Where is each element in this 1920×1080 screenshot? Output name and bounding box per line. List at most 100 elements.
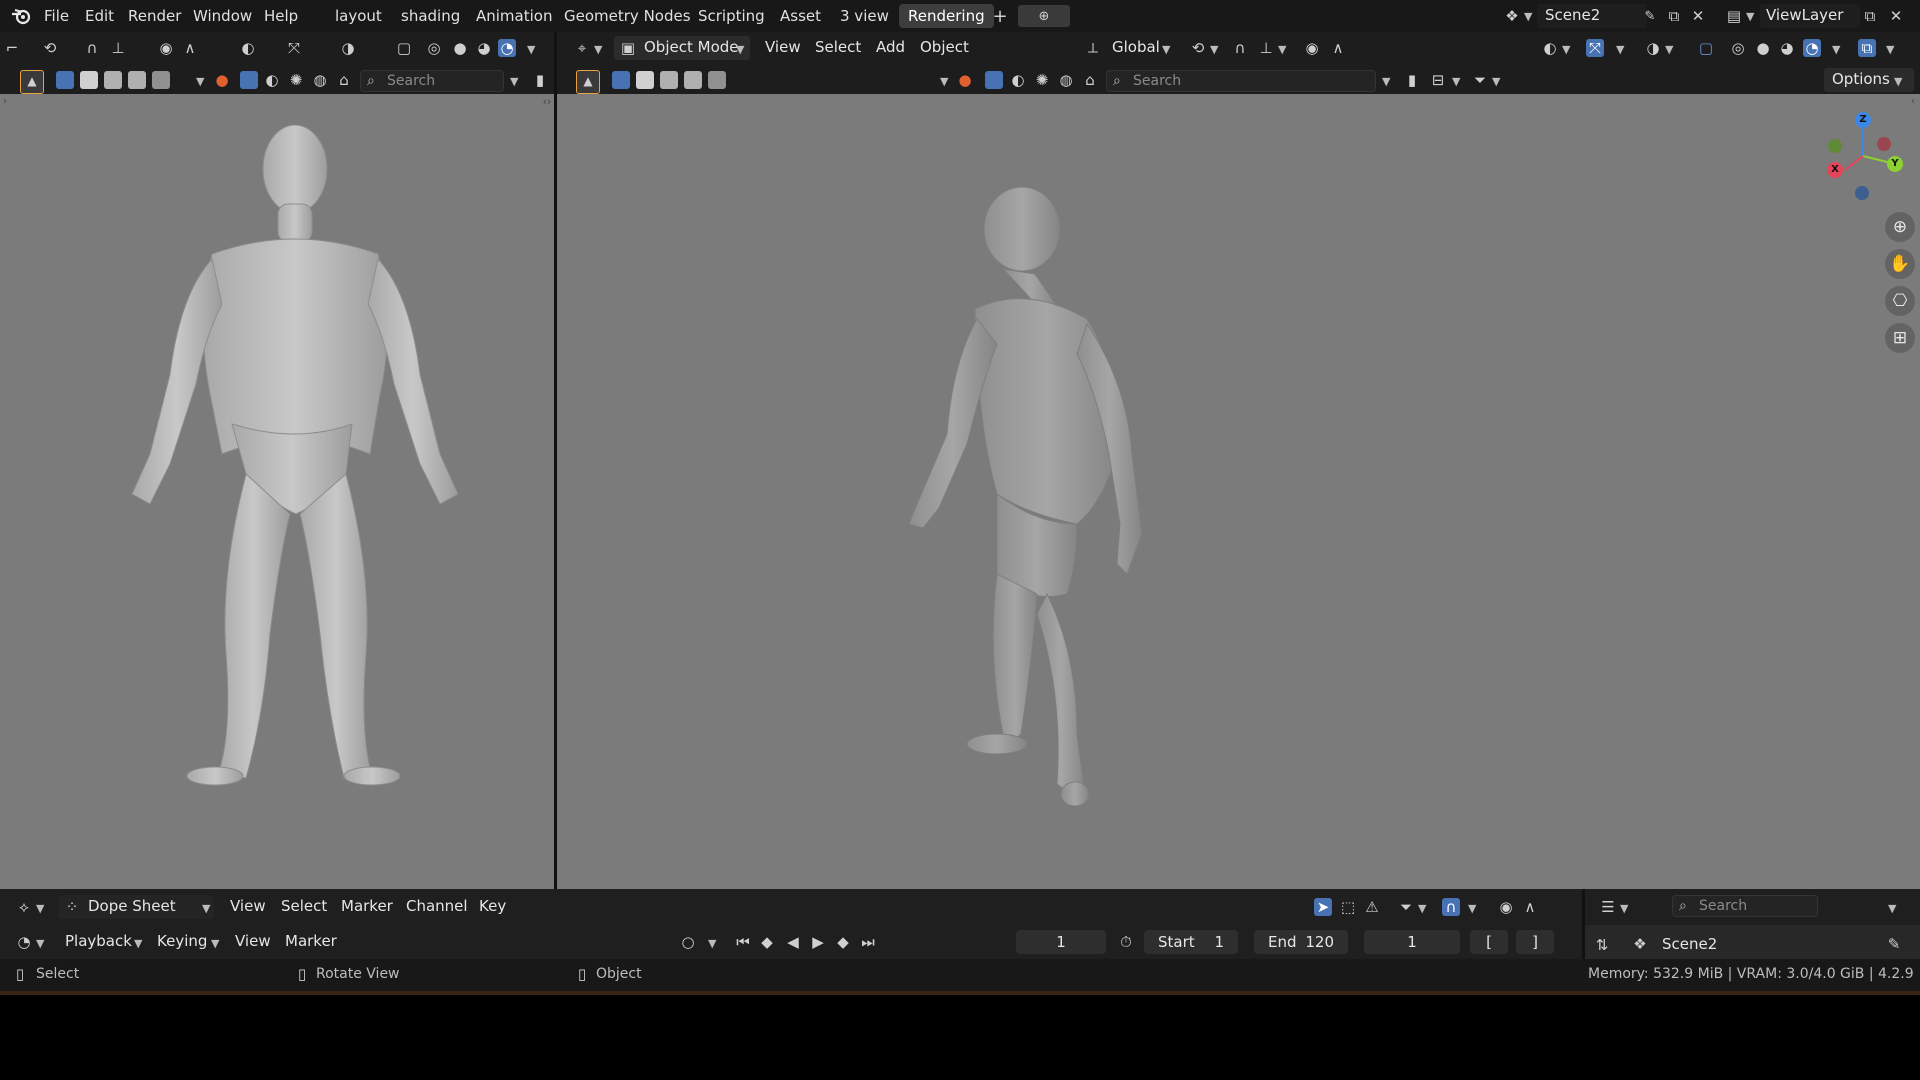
timer-icon[interactable]: ⏱ bbox=[1116, 932, 1136, 952]
menu-window[interactable]: Window bbox=[193, 0, 252, 32]
world-filter-icon[interactable]: ◍ bbox=[310, 70, 330, 90]
outliner-editor-icon[interactable]: ☰ bbox=[1598, 897, 1618, 917]
filter-icon[interactable]: ⏷ bbox=[1470, 70, 1490, 90]
current-frame-field[interactable]: 1 bbox=[1016, 930, 1106, 954]
tab-shading[interactable]: shading bbox=[392, 4, 469, 28]
chevron-down-icon[interactable]: ▼ bbox=[1888, 902, 1896, 915]
timeline-menu-view[interactable]: View bbox=[235, 932, 271, 950]
chevron-down-icon[interactable]: ▼ bbox=[1210, 43, 1218, 56]
select-mode-intersect[interactable] bbox=[152, 71, 170, 89]
overlays-icon[interactable]: ◑ bbox=[338, 38, 358, 58]
snap-target-icon[interactable]: ⊥ bbox=[1256, 38, 1276, 58]
snap-icon[interactable]: ∩ bbox=[82, 38, 102, 58]
right-search-input[interactable]: ⌕ Search bbox=[1106, 70, 1376, 92]
axis-y-handle[interactable]: Y bbox=[1887, 156, 1903, 172]
start-frame-field[interactable]: Start 1 bbox=[1144, 930, 1238, 954]
filter-mesh-button[interactable] bbox=[985, 71, 1003, 89]
color-sphere-icon[interactable]: ● bbox=[212, 70, 232, 90]
falloff-icon[interactable]: ∧ bbox=[1328, 38, 1348, 58]
add-workspace-icon[interactable]: + bbox=[990, 6, 1010, 27]
timeline-menu-playback[interactable]: Playback bbox=[65, 932, 132, 950]
menu-select[interactable]: Select bbox=[815, 38, 861, 56]
camera-icon[interactable]: ⎔ bbox=[1885, 286, 1915, 316]
axis-neg-x-handle[interactable] bbox=[1877, 137, 1891, 151]
overlays-icon[interactable]: ◑ bbox=[1643, 38, 1663, 58]
select-mode-subtract[interactable] bbox=[660, 71, 678, 89]
world-filter-icon[interactable]: ◍ bbox=[1056, 70, 1076, 90]
chevron-down-icon[interactable]: ▼ bbox=[1452, 75, 1460, 88]
solid-shading-icon[interactable]: ● bbox=[1753, 38, 1773, 58]
preview-range-end-button[interactable]: ] bbox=[1516, 930, 1554, 954]
chevron-down-icon[interactable]: ▼ bbox=[1492, 75, 1500, 88]
falloff-icon[interactable]: ∧ bbox=[1520, 897, 1540, 917]
axis-neg-y-handle[interactable] bbox=[1828, 139, 1842, 153]
proportional-edit-icon[interactable]: ◉ bbox=[1496, 897, 1516, 917]
select-mode-difference[interactable] bbox=[684, 71, 702, 89]
other-filter-icon[interactable]: ⌂ bbox=[334, 70, 354, 90]
chevron-down-icon[interactable]: ▼ bbox=[1278, 43, 1286, 56]
tab-geometry-nodes[interactable]: Geometry Nodes bbox=[555, 4, 700, 28]
other-filter-icon[interactable]: ⌂ bbox=[1080, 70, 1100, 90]
axis-neg-z-handle[interactable] bbox=[1855, 186, 1869, 200]
chevron-down-icon[interactable]: ▼ bbox=[1418, 902, 1426, 915]
jump-start-icon[interactable]: ⏮ bbox=[733, 932, 753, 952]
xray-icon[interactable]: ▢ bbox=[394, 38, 414, 58]
menu-add[interactable]: Add bbox=[876, 38, 905, 56]
falloff-icon[interactable]: ∧ bbox=[180, 38, 200, 58]
axis-z-handle[interactable]: Z bbox=[1855, 112, 1871, 128]
chevron-down-icon[interactable]: ▼ bbox=[1832, 43, 1840, 56]
chevron-down-icon[interactable]: ▼ bbox=[1616, 43, 1624, 56]
color-sphere-icon[interactable]: ● bbox=[955, 70, 975, 90]
preview-range-start-button[interactable]: [ bbox=[1470, 930, 1508, 954]
chevron-down-icon[interactable]: ▼ bbox=[1886, 43, 1894, 56]
wireframe-shading-icon[interactable]: ◎ bbox=[1728, 38, 1748, 58]
transform-pivot-icon[interactable]: ⟲ bbox=[40, 38, 60, 58]
tab-3-view[interactable]: 3 view bbox=[831, 4, 898, 28]
wireframe-shading-icon[interactable]: ◎ bbox=[424, 38, 444, 58]
show-hidden-icon[interactable]: ⬚ bbox=[1338, 897, 1358, 917]
light-filter-icon[interactable]: ◐ bbox=[262, 70, 282, 90]
dopesheet-menu-view[interactable]: View bbox=[230, 897, 266, 915]
view-layer-icon[interactable]: ▤ bbox=[1724, 6, 1744, 26]
proportional-edit-icon[interactable]: ◉ bbox=[156, 38, 176, 58]
menu-object[interactable]: Object bbox=[920, 38, 969, 56]
play-icon[interactable]: ▶ bbox=[808, 932, 828, 952]
new-view-layer-icon[interactable]: ⧉ bbox=[1860, 6, 1880, 26]
scene-icon[interactable]: ❖ bbox=[1502, 6, 1522, 26]
blender-logo-icon[interactable] bbox=[10, 6, 32, 26]
chevron-down-icon[interactable]: ▼ bbox=[527, 43, 535, 56]
jump-end-icon[interactable]: ⏭ bbox=[858, 932, 878, 952]
tab-rendering[interactable]: Rendering bbox=[899, 4, 994, 28]
menu-view[interactable]: View bbox=[765, 38, 801, 56]
axis-x-handle[interactable]: X bbox=[1827, 162, 1843, 178]
select-mode-extend[interactable] bbox=[636, 71, 654, 89]
tab-layout[interactable]: layout bbox=[326, 4, 391, 28]
frame-step-field[interactable]: 1 bbox=[1364, 930, 1460, 954]
bookmark-icon[interactable]: ▮ bbox=[1404, 70, 1420, 90]
split-area-icon[interactable]: ‹› bbox=[540, 94, 554, 108]
grid-perspective-icon[interactable]: ⊞ bbox=[1885, 323, 1915, 353]
select-mode-new[interactable] bbox=[612, 71, 630, 89]
pivot-point-icon[interactable]: ⟲ bbox=[1188, 38, 1208, 58]
chevron-down-icon[interactable]: ▼ bbox=[1468, 902, 1476, 915]
editor-type-icon[interactable]: ⌐ bbox=[2, 38, 22, 58]
outliner-scene-label[interactable]: Scene2 bbox=[1662, 935, 1717, 953]
timeline-menu-keying[interactable]: Keying bbox=[157, 932, 207, 950]
chevron-down-icon[interactable]: ▼ bbox=[510, 75, 518, 88]
pin-icon[interactable]: ✎ bbox=[1884, 934, 1904, 954]
camera-filter-icon[interactable]: ✺ bbox=[286, 70, 306, 90]
tab-scripting[interactable]: Scripting bbox=[689, 4, 774, 28]
dopesheet-menu-select[interactable]: Select bbox=[281, 897, 327, 915]
left-3d-viewport[interactable]: › ‹› bbox=[0, 94, 554, 889]
filter-sort-icon[interactable]: ⇅ bbox=[1592, 935, 1612, 955]
solid-shading-icon[interactable]: ● bbox=[450, 38, 470, 58]
zoom-icon[interactable]: ⊕ bbox=[1885, 212, 1915, 242]
light-filter-icon[interactable]: ◐ bbox=[1008, 70, 1028, 90]
only-errors-icon[interactable]: ⚠ bbox=[1362, 897, 1382, 917]
pin-scene-icon[interactable]: ✎ bbox=[1640, 6, 1660, 26]
chevron-down-icon[interactable]: ▼ bbox=[196, 75, 204, 88]
play-reverse-icon[interactable]: ◀ bbox=[783, 932, 803, 952]
timeline-menu-marker[interactable]: Marker bbox=[285, 932, 337, 950]
editor-type-icon[interactable]: ⟡ bbox=[14, 897, 34, 917]
prev-keyframe-icon[interactable]: ◆ bbox=[757, 932, 777, 952]
